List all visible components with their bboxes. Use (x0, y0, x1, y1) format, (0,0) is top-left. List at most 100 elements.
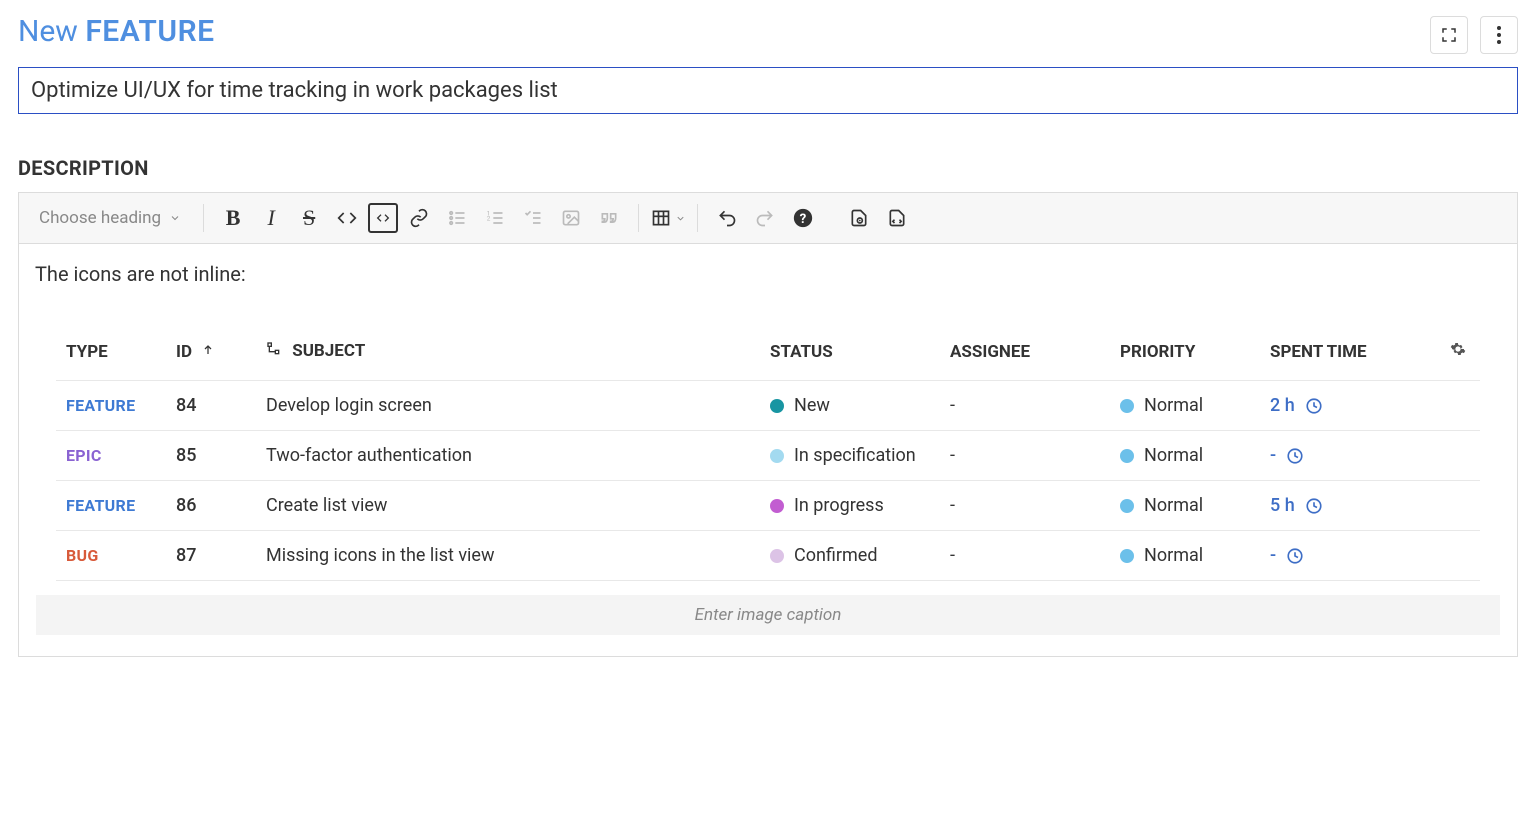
subject-input[interactable] (18, 67, 1518, 114)
gear-icon (1450, 341, 1466, 357)
cell-priority: Normal (1110, 531, 1260, 581)
priority-dot-icon (1120, 399, 1134, 413)
clock-icon[interactable] (1305, 397, 1323, 415)
fullscreen-icon (1440, 26, 1458, 44)
table-icon (651, 208, 671, 228)
clock-icon[interactable] (1305, 497, 1323, 515)
cell-spent: - (1260, 431, 1440, 481)
col-assignee[interactable]: ASSIGNEE (940, 327, 1110, 381)
embedded-image[interactable]: TYPE ID SUBJECT (35, 316, 1501, 646)
cell-spent: - (1260, 531, 1440, 581)
cell-actions (1440, 481, 1480, 531)
col-subject[interactable]: SUBJECT (256, 327, 760, 381)
cell-priority: Normal (1110, 481, 1260, 531)
link-button[interactable] (402, 201, 436, 235)
chevron-down-icon (675, 213, 686, 224)
table-row[interactable]: FEATURE84Develop login screenNew-Normal2… (56, 381, 1480, 431)
editor-toolbar: Choose heading B I S 12 (19, 193, 1517, 244)
numbered-list-button[interactable]: 12 (478, 201, 512, 235)
cell-type: FEATURE (56, 481, 166, 531)
cell-assignee: - (940, 531, 1110, 581)
code-icon (337, 208, 357, 228)
cell-id[interactable]: 85 (166, 431, 256, 481)
image-button[interactable] (554, 201, 588, 235)
status-dot-icon (770, 549, 784, 563)
italic-icon: I (267, 205, 274, 231)
cell-assignee: - (940, 481, 1110, 531)
priority-dot-icon (1120, 549, 1134, 563)
preview-button[interactable] (842, 201, 876, 235)
status-dot-icon (770, 499, 784, 513)
cell-id[interactable]: 84 (166, 381, 256, 431)
cell-subject: Develop login screen (256, 381, 760, 431)
clock-icon[interactable] (1286, 447, 1304, 465)
table-row[interactable]: EPIC85Two-factor authenticationIn specif… (56, 431, 1480, 481)
description-editor: Choose heading B I S 12 (18, 192, 1518, 657)
cell-type: BUG (56, 531, 166, 581)
editor-body[interactable]: The icons are not inline: TYPE ID (19, 244, 1517, 656)
cell-type: FEATURE (56, 381, 166, 431)
image-caption-input[interactable]: Enter image caption (36, 595, 1500, 635)
chevron-down-icon (169, 212, 181, 224)
priority-dot-icon (1120, 449, 1134, 463)
cell-status: New (760, 381, 940, 431)
table-button[interactable] (651, 201, 685, 235)
redo-button[interactable] (748, 201, 782, 235)
svg-text:2: 2 (487, 215, 491, 223)
priority-dot-icon (1120, 499, 1134, 513)
code-block-button[interactable] (368, 203, 398, 233)
bullet-list-button[interactable] (440, 201, 474, 235)
cell-actions (1440, 431, 1480, 481)
col-priority[interactable]: PRIORITY (1110, 327, 1260, 381)
redo-icon (755, 208, 775, 228)
source-button[interactable] (880, 201, 914, 235)
help-icon: ? (793, 208, 813, 228)
undo-icon (717, 208, 737, 228)
cell-actions (1440, 531, 1480, 581)
undo-button[interactable] (710, 201, 744, 235)
table-row[interactable]: BUG87Missing icons in the list viewConfi… (56, 531, 1480, 581)
help-button[interactable]: ? (786, 201, 820, 235)
col-status[interactable]: STATUS (760, 327, 940, 381)
bold-button[interactable]: B (216, 201, 250, 235)
more-actions-button[interactable] (1480, 16, 1518, 54)
description-label: DESCRIPTION (18, 156, 1518, 180)
kebab-icon (1497, 26, 1501, 44)
col-type[interactable]: TYPE (56, 327, 166, 381)
todo-list-icon (523, 208, 543, 228)
cell-id[interactable]: 87 (166, 531, 256, 581)
status-dot-icon (770, 449, 784, 463)
cell-subject: Two-factor authentication (256, 431, 760, 481)
col-id[interactable]: ID (166, 327, 256, 381)
clock-icon[interactable] (1286, 547, 1304, 565)
col-spent[interactable]: SPENT TIME (1260, 327, 1440, 381)
strike-button[interactable]: S (292, 201, 326, 235)
inline-code-button[interactable] (330, 201, 364, 235)
cell-id[interactable]: 86 (166, 481, 256, 531)
hierarchy-icon (266, 341, 282, 362)
todo-list-button[interactable] (516, 201, 550, 235)
italic-button[interactable]: I (254, 201, 288, 235)
cell-status: In specification (760, 431, 940, 481)
heading-select[interactable]: Choose heading (29, 204, 191, 232)
fullscreen-button[interactable] (1430, 16, 1468, 54)
code-block-icon (375, 210, 391, 226)
table-row[interactable]: FEATURE86Create list viewIn progress-Nor… (56, 481, 1480, 531)
table-settings[interactable] (1440, 327, 1480, 381)
source-icon (887, 208, 907, 228)
heading-select-label: Choose heading (39, 208, 161, 228)
cell-subject: Create list view (256, 481, 760, 531)
cell-actions (1440, 381, 1480, 431)
cell-status: In progress (760, 481, 940, 531)
strike-icon: S (303, 205, 315, 231)
cell-assignee: - (940, 431, 1110, 481)
numbered-list-icon: 12 (485, 208, 505, 228)
sort-asc-icon (202, 342, 214, 362)
cell-assignee: - (940, 381, 1110, 431)
cell-type: EPIC (56, 431, 166, 481)
status-dot-icon (770, 399, 784, 413)
bullet-list-icon (447, 208, 467, 228)
quote-button[interactable] (592, 201, 626, 235)
cell-spent: 2 h (1260, 381, 1440, 431)
cell-priority: Normal (1110, 431, 1260, 481)
